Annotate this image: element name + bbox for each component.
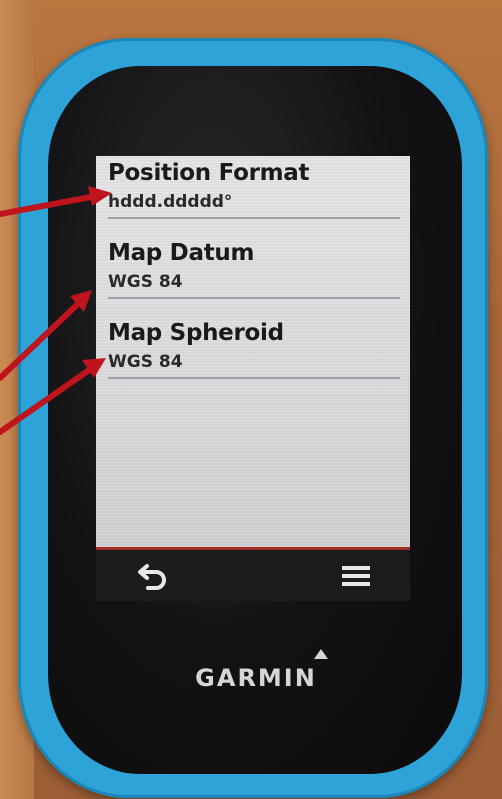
- annotation-arrow: [0, 299, 83, 381]
- annotation-arrows: [0, 186, 112, 435]
- annotation-arrow: [0, 193, 99, 217]
- annotation-arrow: [0, 365, 95, 435]
- arrowhead-icon: [88, 186, 112, 206]
